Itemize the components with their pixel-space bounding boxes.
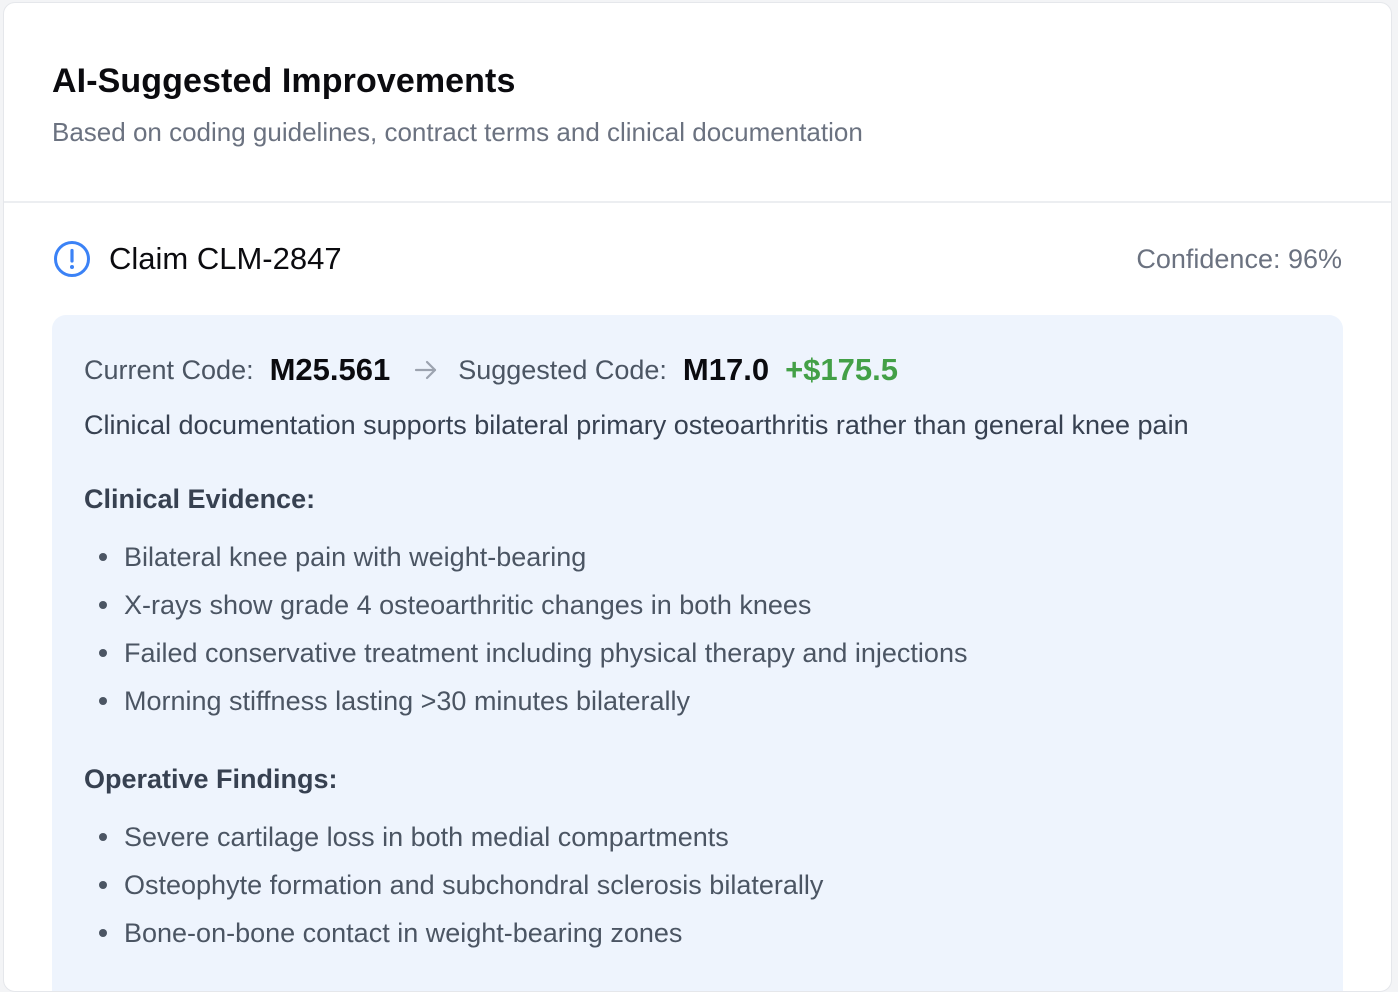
current-code-value: M25.561 [269,352,391,387]
clinical-evidence-list: Bilateral knee pain with weight-bearing … [84,533,1311,725]
claim-title: Claim CLM-2847 [109,241,342,276]
bullet-icon [99,881,107,889]
suggestion-rationale: Clinical documentation supports bilatera… [84,410,1189,440]
claim-header: Claim CLM-2847 Confidence: 96% [52,203,1343,315]
operative-findings-heading: Operative Findings: [84,764,338,794]
improvements-card: AI-Suggested Improvements Based on codin… [3,2,1392,992]
info-circle-icon [53,240,91,278]
finding-text: Severe cartilage loss in both medial com… [124,822,729,852]
finding-text: Bone-on-bone contact in weight-bearing z… [124,918,683,948]
suggested-code-label: Suggested Code: [458,354,667,385]
code-change-row: Current Code: M25.561 Suggested Code: M1… [84,349,1311,391]
list-item: Failed conservative treatment including … [99,629,1311,677]
claim-section: Claim CLM-2847 Confidence: 96% Current C… [4,203,1391,991]
evidence-text: Bilateral knee pain with weight-bearing [124,542,587,572]
evidence-text: Morning stiffness lasting >30 minutes bi… [124,686,691,716]
list-item: X-rays show grade 4 osteoarthritic chang… [99,581,1311,629]
clinical-evidence-heading: Clinical Evidence: [84,484,316,514]
finding-text: Osteophyte formation and subchondral scl… [124,870,824,900]
list-item: Bilateral knee pain with weight-bearing [99,533,1311,581]
page-subtitle: Based on coding guidelines, contract ter… [52,117,863,147]
list-item: Osteophyte formation and subchondral scl… [99,861,1311,909]
reimbursement-delta: +$175.5 [785,352,898,387]
claim-title-group: Claim CLM-2847 [52,240,342,278]
bullet-icon [99,697,107,705]
confidence-score: Confidence: 96% [1136,243,1342,274]
bullet-icon [99,553,107,561]
bullet-icon [99,929,107,937]
page-title: AI-Suggested Improvements [52,62,516,100]
bullet-icon [99,649,107,657]
evidence-text: Failed conservative treatment including … [124,638,968,668]
list-item: Severe cartilage loss in both medial com… [99,813,1311,861]
list-item: Morning stiffness lasting >30 minutes bi… [99,677,1311,725]
current-code-label: Current Code: [84,354,254,385]
suggested-code-value: M17.0 [682,352,770,387]
evidence-text: X-rays show grade 4 osteoarthritic chang… [124,590,812,620]
bullet-icon [99,601,107,609]
arrow-right-icon [412,356,440,384]
card-header: AI-Suggested Improvements Based on codin… [4,3,1391,203]
operative-findings-list: Severe cartilage loss in both medial com… [84,813,1311,957]
bullet-icon [99,833,107,841]
list-item: Bone-on-bone contact in weight-bearing z… [99,909,1311,957]
suggestion-panel: Current Code: M25.561 Suggested Code: M1… [52,315,1343,991]
